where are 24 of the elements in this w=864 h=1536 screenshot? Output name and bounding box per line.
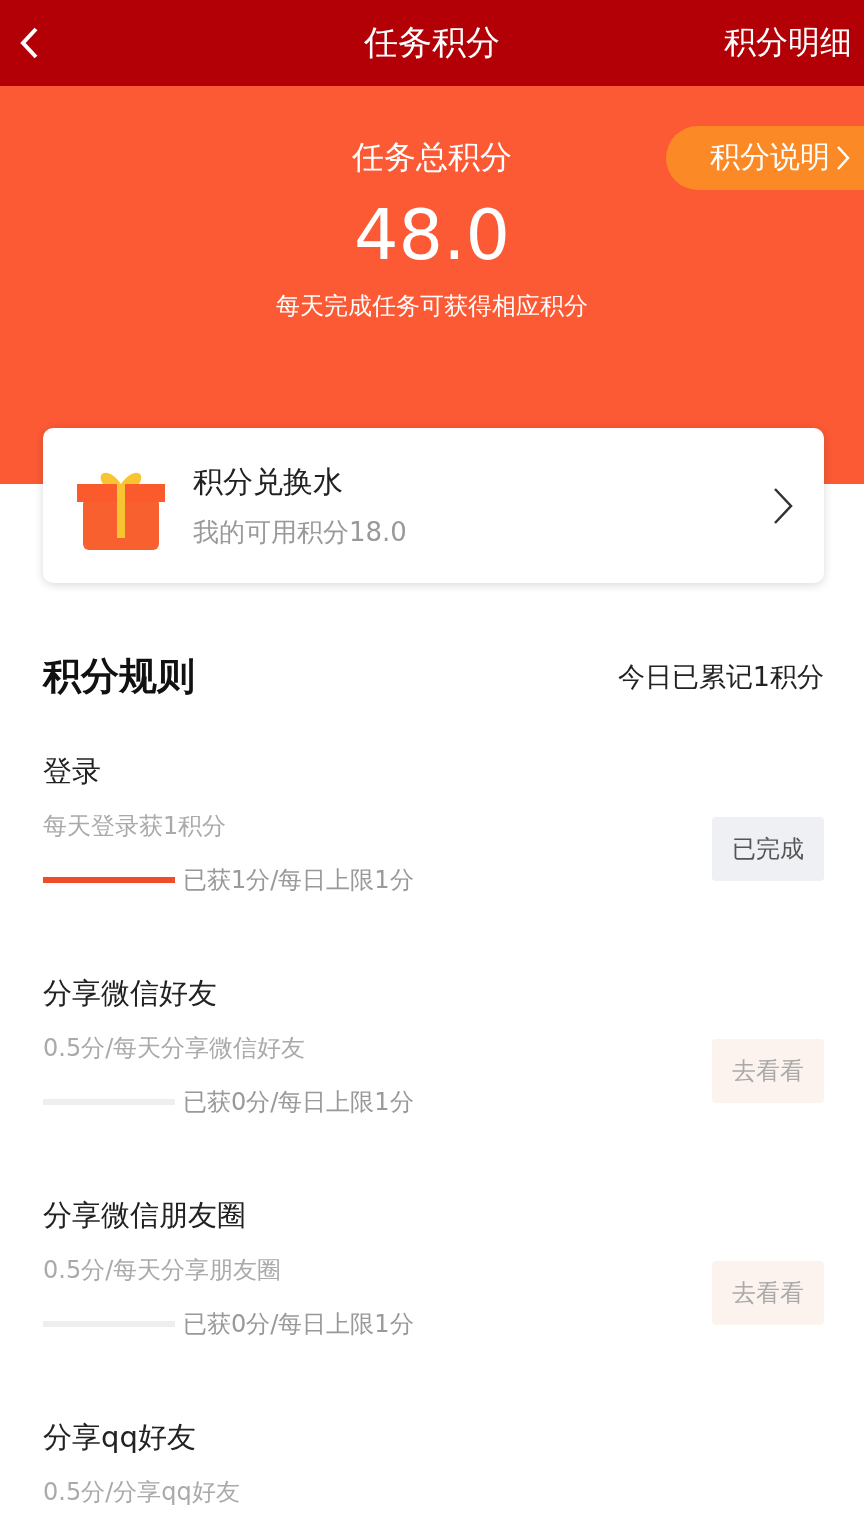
task-description: 0.5分/每天分享朋友圈 xyxy=(43,1255,283,1286)
task-title: 分享微信朋友圈 xyxy=(43,1197,247,1234)
task-title: 分享微信好友 xyxy=(43,975,218,1012)
exchange-title: 积分兑换水 xyxy=(193,462,344,501)
progress-text: 已获1分/每日上限1分 xyxy=(183,865,414,896)
back-icon xyxy=(18,25,40,60)
total-points: 48.0 xyxy=(354,193,510,276)
total-label: 任务总积分 xyxy=(352,136,512,178)
task-description: 0.5分/分享qq好友 xyxy=(43,1477,241,1508)
task-title: 分享qq好友 xyxy=(43,1419,197,1456)
points-detail-link[interactable]: 积分明细 xyxy=(724,20,852,65)
progress-text: 已获0分/每日上限1分 xyxy=(183,1309,414,1340)
exchange-card[interactable]: 积分兑换水 我的可用积分18.0 xyxy=(43,428,824,583)
page-title: 任务积分 xyxy=(364,20,500,64)
chevron-icon xyxy=(836,144,850,171)
task-title: 登录 xyxy=(43,753,102,790)
section-title: 积分规则 xyxy=(43,653,195,700)
task-description: 0.5分/每天分享微信好友 xyxy=(43,1033,307,1064)
today-points: 今日已累记1积分 xyxy=(617,659,824,694)
progress-text: 已获0分/每日上限1分 xyxy=(183,1087,414,1118)
task-description: 每天登录获1积分 xyxy=(43,811,228,842)
hint-text: 每天完成任务可获得相应积分 xyxy=(276,290,588,322)
available-points: 我的可用积分18.0 xyxy=(193,515,408,549)
completed-button[interactable]: 已完成 xyxy=(712,817,824,881)
